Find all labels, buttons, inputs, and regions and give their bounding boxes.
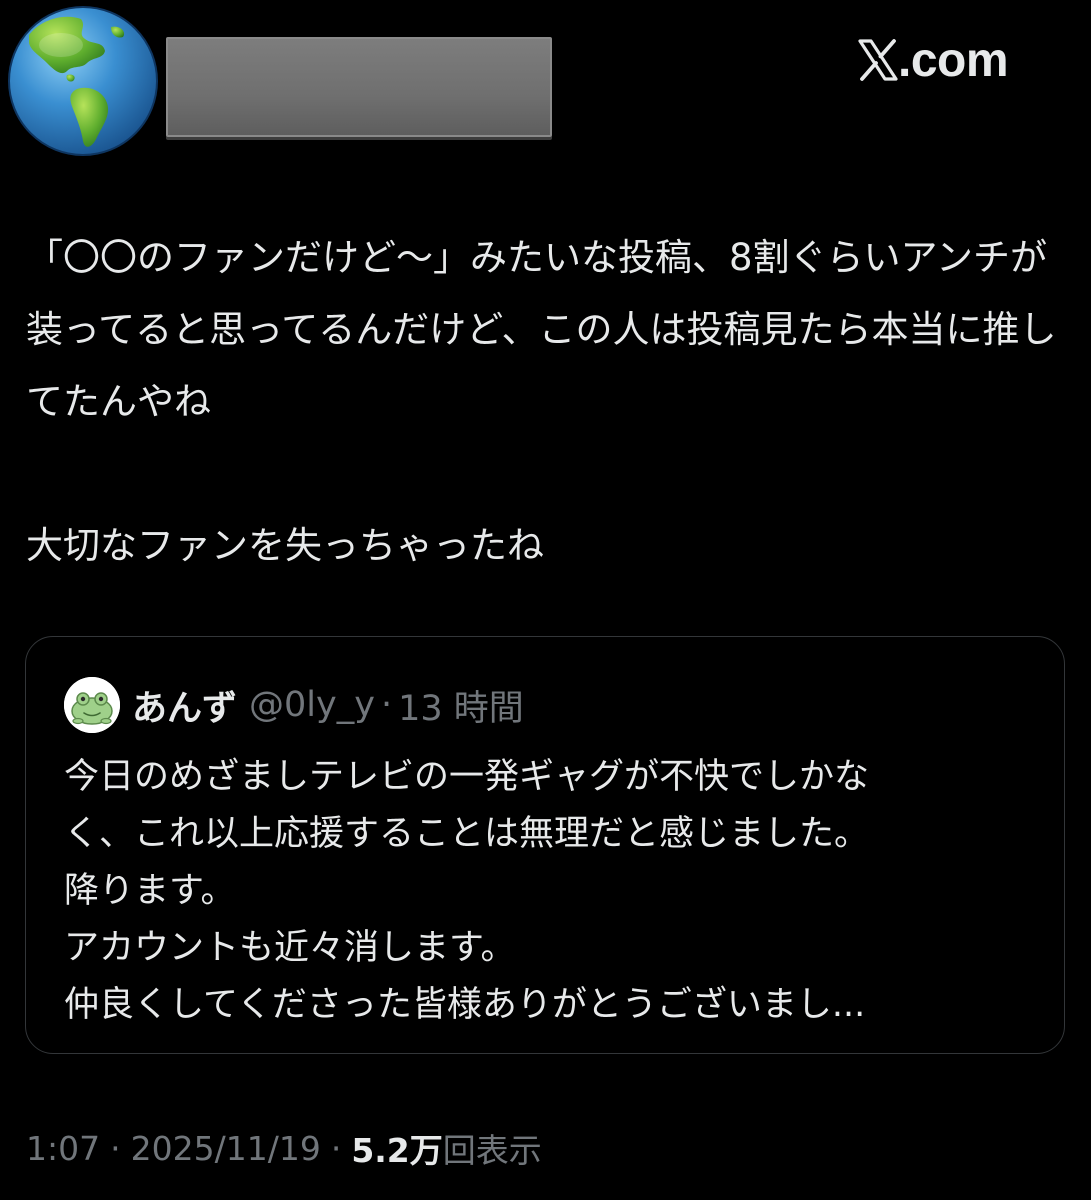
post-paragraph: 「〇〇のファンだけど〜」みたいな投稿、8割ぐらいアンチが装ってると思ってるんだけ…: [26, 236, 1057, 423]
quoted-post-line: アカウントも近々消します。: [64, 928, 516, 968]
post-paragraph: 大切なファンを失っちゃったね: [26, 524, 544, 567]
quoted-post[interactable]: あんず @0ly_y · 13 時間 今日のめざましテレビの一発ギャグが不快でし…: [25, 636, 1065, 1054]
separator-dot: ·: [330, 1128, 342, 1168]
post-time[interactable]: 1:07: [26, 1129, 100, 1168]
author-name-redacted: [166, 37, 552, 137]
post-date[interactable]: 2025/11/19: [131, 1129, 321, 1168]
quoted-post-line: 今日のめざましテレビの一発ギャグが不快でしかな: [64, 757, 870, 797]
quoted-post-header: あんず @0ly_y · 13 時間: [64, 677, 524, 733]
author-avatar[interactable]: [7, 5, 159, 157]
x-com-watermark: .com: [858, 30, 1009, 90]
quoted-author-avatar[interactable]: [64, 677, 120, 733]
quoted-author-handle[interactable]: @0ly_y: [249, 685, 375, 725]
quoted-post-time[interactable]: 13 時間: [398, 680, 524, 731]
separator-dot: ·: [380, 685, 393, 725]
quoted-post-line: 仲良くしてくださった皆様ありがとうございまし...: [64, 985, 866, 1025]
views-count: 5.2万: [351, 1131, 443, 1170]
quoted-post-line: 降ります。: [64, 871, 236, 911]
globe-americas-icon: [8, 6, 158, 156]
post-body: 「〇〇のファンだけど〜」みたいな投稿、8割ぐらいアンチが装ってると思ってるんだけ…: [26, 222, 1071, 582]
quoted-author-name[interactable]: あんず: [132, 680, 237, 731]
x-logo-icon: [858, 39, 898, 81]
post-meta: 1:07 · 2025/11/19 · 5.2万 回表示: [26, 1122, 542, 1174]
quoted-post-text: 今日のめざましテレビの一発ギャグが不快でしかな く、これ以上応援することは無理だ…: [64, 749, 1054, 1034]
quoted-post-line: く、これ以上応援することは無理だと感じました。: [64, 814, 870, 854]
separator-dot: ·: [110, 1128, 121, 1168]
watermark-text: .com: [898, 33, 1009, 87]
views-label: 回表示: [442, 1131, 542, 1170]
frog-icon: [64, 677, 120, 733]
